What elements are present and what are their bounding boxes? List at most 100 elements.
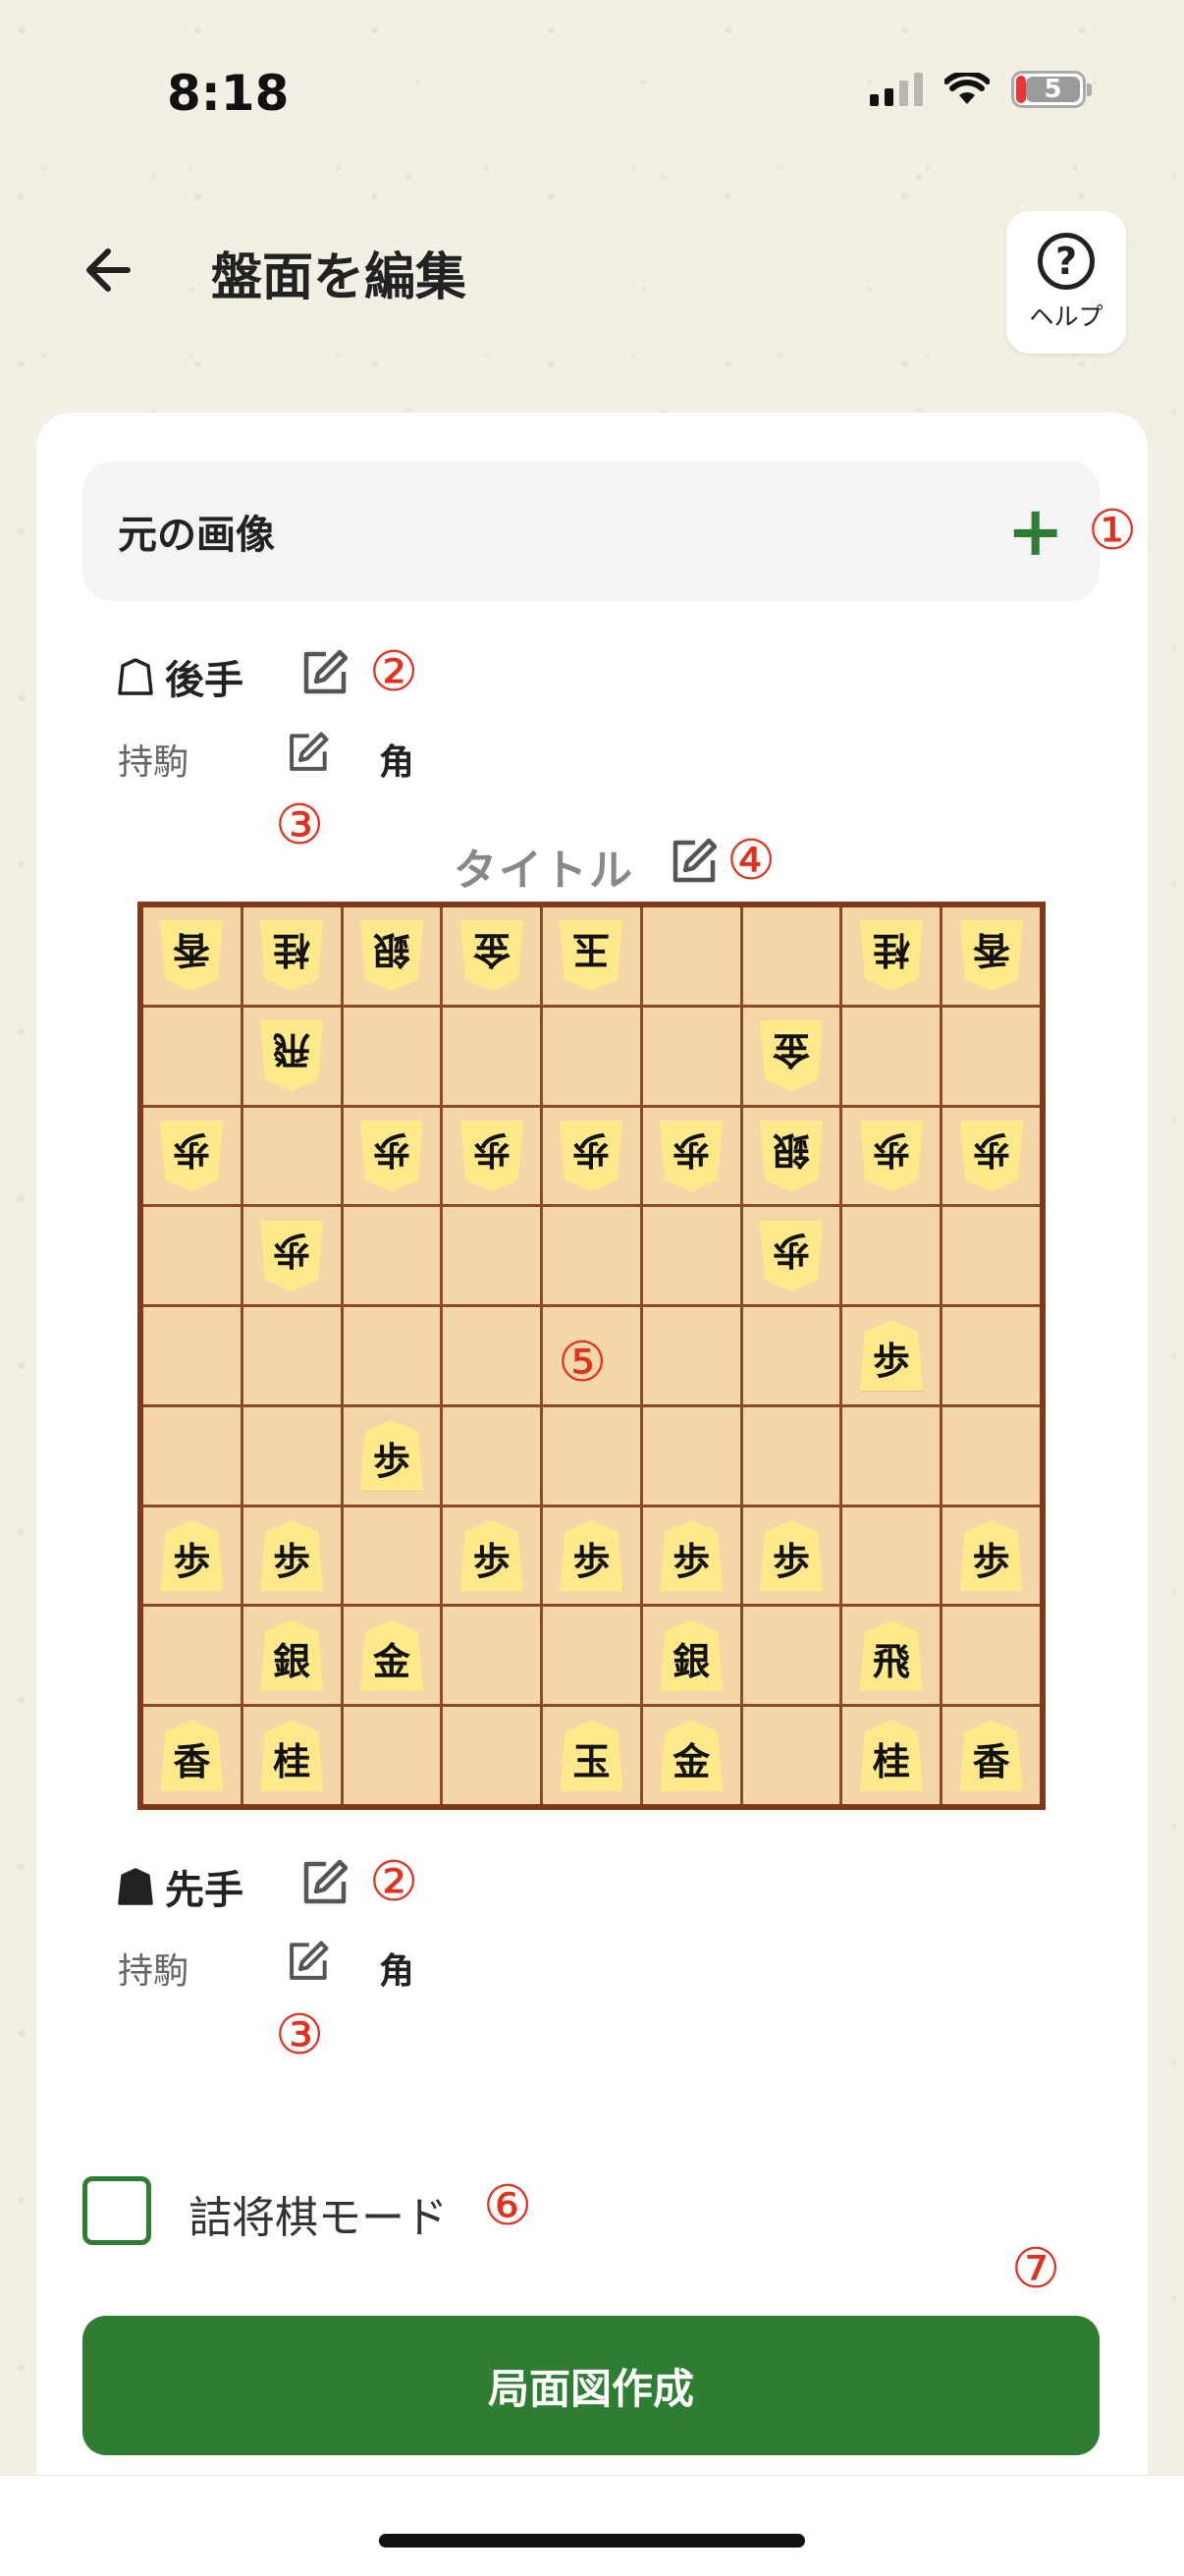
board-cell[interactable]: 飛 xyxy=(842,1607,941,1705)
board-cell[interactable] xyxy=(942,1406,1040,1505)
edit-sente-hand-button[interactable] xyxy=(285,1940,330,1985)
edit-icon xyxy=(303,649,349,694)
board-cell[interactable]: 歩 xyxy=(642,1507,740,1605)
board-cell[interactable]: 歩 xyxy=(143,1507,241,1605)
board-cell[interactable] xyxy=(443,1207,541,1305)
board-cell[interactable] xyxy=(642,907,740,1005)
board-cell[interactable] xyxy=(443,1707,541,1804)
board-cell[interactable]: 歩 xyxy=(942,1107,1040,1205)
board-cell[interactable] xyxy=(443,1007,541,1105)
board-cell[interactable] xyxy=(642,1307,740,1404)
source-image-row[interactable]: 元の画像 + xyxy=(82,462,1100,601)
board-cell[interactable]: 銀 xyxy=(642,1607,740,1705)
board-cell[interactable]: 歩 xyxy=(742,1207,840,1305)
board-cell[interactable] xyxy=(842,1406,941,1505)
board-cell[interactable]: 歩 xyxy=(443,1507,541,1605)
board-cell[interactable]: 桂 xyxy=(242,907,341,1005)
board-cell[interactable]: 香 xyxy=(143,1707,241,1804)
board-cell[interactable] xyxy=(942,1607,1040,1705)
board-cell[interactable]: 歩 xyxy=(842,1307,941,1404)
board-cell[interactable] xyxy=(143,1007,241,1105)
board-cell[interactable]: 香 xyxy=(942,907,1040,1005)
board-cell[interactable] xyxy=(143,1406,241,1505)
board-cell[interactable] xyxy=(543,1406,640,1505)
edit-icon xyxy=(290,1941,329,1980)
create-diagram-button[interactable]: 局面図作成 xyxy=(82,2316,1100,2455)
board-cell[interactable] xyxy=(543,1607,640,1705)
board-cell[interactable]: 歩 xyxy=(242,1507,341,1605)
board-cell[interactable]: 桂 xyxy=(842,907,941,1005)
board-cell[interactable] xyxy=(443,1607,541,1705)
board-cell[interactable]: 桂 xyxy=(842,1707,941,1804)
board-cell[interactable] xyxy=(742,907,840,1005)
signal-icon xyxy=(870,73,923,106)
board-cell[interactable]: 金 xyxy=(642,1707,740,1804)
board-cell[interactable]: 銀 xyxy=(742,1107,840,1205)
board-cell[interactable]: 歩 xyxy=(742,1507,840,1605)
board-cell[interactable]: 銀 xyxy=(242,1607,341,1705)
board-cell[interactable]: 歩 xyxy=(942,1507,1040,1605)
gote-piece: 桂 xyxy=(260,920,323,991)
board-cell[interactable] xyxy=(443,1307,541,1404)
board-cell[interactable]: 玉 xyxy=(543,1707,640,1804)
edit-gote-name-button[interactable] xyxy=(298,648,350,699)
back-button[interactable] xyxy=(77,236,145,304)
board-cell[interactable] xyxy=(443,1406,541,1505)
board-cell[interactable] xyxy=(842,1007,941,1105)
board-cell[interactable] xyxy=(742,1607,840,1705)
board-cell[interactable]: 銀 xyxy=(343,907,441,1005)
board-cell[interactable]: 歩 xyxy=(642,1107,740,1205)
board-cell[interactable]: 金 xyxy=(443,907,541,1005)
board-cell[interactable] xyxy=(742,1707,840,1804)
edit-title-button[interactable] xyxy=(668,837,719,888)
tsume-mode-checkbox[interactable] xyxy=(82,2176,151,2245)
board-cell[interactable] xyxy=(642,1406,740,1505)
board-cell[interactable]: 歩 xyxy=(143,1107,241,1205)
board-cell[interactable] xyxy=(942,1007,1040,1105)
board-cell[interactable] xyxy=(642,1207,740,1305)
board-cell[interactable] xyxy=(842,1507,941,1605)
board-cell[interactable]: 歩 xyxy=(842,1107,941,1205)
board-cell[interactable]: 歩 xyxy=(242,1207,341,1305)
board-cell[interactable]: 香 xyxy=(942,1707,1040,1804)
board-cell[interactable] xyxy=(143,1207,241,1305)
gote-piece: 歩 xyxy=(560,1121,622,1191)
edit-sente-name-button[interactable] xyxy=(298,1858,350,1909)
board-cell[interactable] xyxy=(143,1607,241,1705)
help-button[interactable]: ? ヘルプ xyxy=(1006,211,1126,354)
board-cell[interactable]: 飛 xyxy=(242,1007,341,1105)
board-cell[interactable] xyxy=(842,1207,941,1305)
gote-piece: 歩 xyxy=(460,1121,523,1191)
board-cell[interactable] xyxy=(942,1307,1040,1404)
board-cell[interactable] xyxy=(242,1307,341,1404)
board-cell[interactable]: 金 xyxy=(742,1007,840,1105)
board-cell[interactable] xyxy=(543,1207,640,1305)
plus-icon[interactable]: + xyxy=(1006,497,1064,566)
board-cell[interactable]: 玉 xyxy=(543,907,640,1005)
board-cell[interactable]: 歩 xyxy=(343,1406,441,1505)
board-cell[interactable] xyxy=(343,1507,441,1605)
board-cell[interactable]: 歩 xyxy=(543,1507,640,1605)
board-cell[interactable] xyxy=(543,1007,640,1105)
board-cell[interactable] xyxy=(742,1406,840,1505)
board-cell[interactable]: 桂 xyxy=(242,1707,341,1804)
board-cell[interactable] xyxy=(242,1107,341,1205)
board-cell[interactable] xyxy=(343,1707,441,1804)
board-cell[interactable] xyxy=(343,1207,441,1305)
board-cell[interactable]: 歩 xyxy=(343,1107,441,1205)
sente-piece: 歩 xyxy=(260,1520,324,1592)
board-cell[interactable] xyxy=(343,1307,441,1404)
board-cell[interactable] xyxy=(742,1307,840,1404)
board-cell[interactable] xyxy=(942,1207,1040,1305)
board-cell[interactable] xyxy=(143,1307,241,1404)
edit-gote-hand-button[interactable] xyxy=(285,731,330,776)
board-cell[interactable] xyxy=(642,1007,740,1105)
gote-piece: 歩 xyxy=(260,1221,323,1291)
board-cell[interactable]: 歩 xyxy=(443,1107,541,1205)
board-cell[interactable]: 金 xyxy=(343,1607,441,1705)
board-cell[interactable] xyxy=(242,1406,341,1505)
gote-piece: 歩 xyxy=(660,1121,723,1191)
board-cell[interactable]: 香 xyxy=(143,907,241,1005)
board-cell[interactable]: 歩 xyxy=(543,1107,640,1205)
board-cell[interactable] xyxy=(343,1007,441,1105)
